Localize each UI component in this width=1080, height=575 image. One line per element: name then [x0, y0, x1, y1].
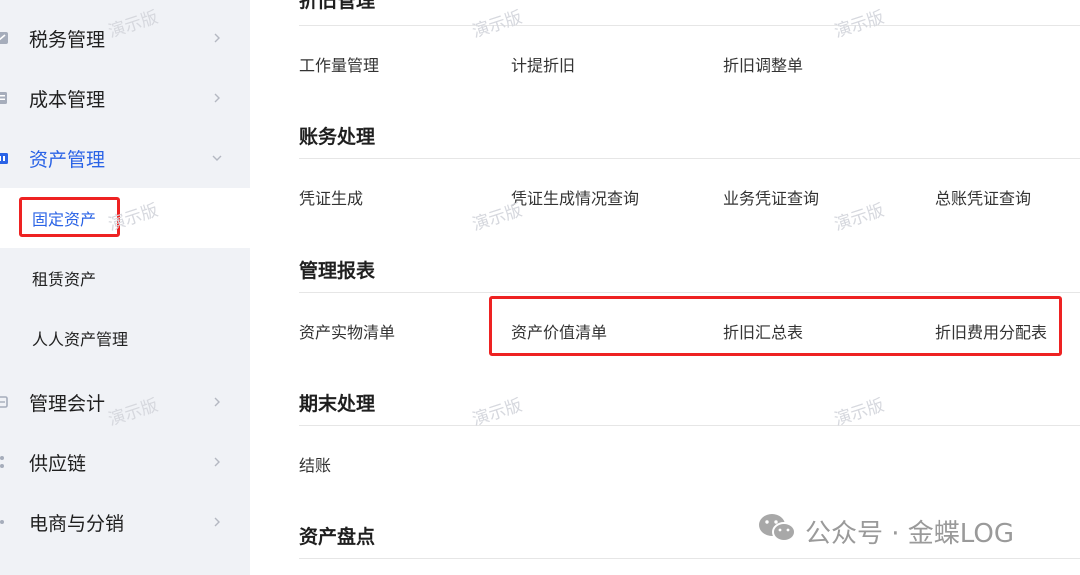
section-divider: [299, 25, 1080, 26]
accounting-icon: [0, 394, 10, 410]
sidebar-subitem-leased-assets[interactable]: 租赁资产: [0, 248, 250, 308]
watermark: 演示版: [831, 7, 887, 43]
sidebar-item-management-accounting[interactable]: 管理会计: [0, 372, 250, 432]
link-depreciation-summary[interactable]: 折旧汇总表: [723, 319, 803, 343]
link-ledger-voucher-query[interactable]: 总账凭证查询: [935, 185, 1031, 209]
chevron-right-icon: [214, 397, 220, 407]
cost-icon: [0, 90, 10, 106]
link-voucher-generation-status[interactable]: 凭证生成情况查询: [511, 185, 639, 209]
sidebar-item-label: 资产管理: [29, 148, 106, 171]
main-content: 折旧管理 工作量管理 计提折旧 折旧调整单 账务处理 凭证生成 凭证生成情况查询…: [250, 0, 1080, 575]
section-title-accounting: 账务处理: [299, 126, 376, 148]
sidebar-item-label: 电商与分销: [29, 512, 125, 535]
watermark: 演示版: [469, 7, 525, 43]
link-depreciation-allocation[interactable]: 折旧费用分配表: [935, 319, 1047, 343]
section-title-depreciation: 折旧管理: [299, 0, 376, 12]
sidebar-subitem-label: 人人资产管理: [32, 330, 129, 349]
sidebar-item-label: 供应链: [29, 452, 87, 475]
asset-icon: [0, 150, 10, 166]
sidebar-item-label: 管理会计: [29, 392, 106, 415]
link-voucher-generation[interactable]: 凭证生成: [299, 185, 363, 209]
section-title-management-reports: 管理报表: [299, 260, 376, 282]
section-divider: [299, 558, 1080, 559]
link-asset-value-list[interactable]: 资产价值清单: [511, 319, 607, 343]
sidebar: 税务管理 成本管理 资产管理 固定资产 租赁资产 人人资产管理 管理会计 供应链…: [0, 0, 250, 575]
sidebar-item-tax[interactable]: 税务管理: [0, 8, 250, 68]
chevron-down-icon: [212, 155, 222, 161]
sidebar-subitem-personal-assets[interactable]: 人人资产管理: [0, 308, 250, 368]
sidebar-subitem-label: 租赁资产: [32, 270, 97, 289]
sidebar-subitem-label: 固定资产: [32, 210, 97, 229]
supply-chain-icon: [0, 454, 10, 470]
footer-brand: 公众号 · 金蝶LOG: [757, 513, 1014, 549]
sidebar-item-ecommerce[interactable]: 电商与分销: [0, 492, 250, 552]
section-divider: [299, 425, 1080, 426]
link-accrue-depreciation[interactable]: 计提折旧: [511, 52, 575, 76]
section-title-asset-inventory: 资产盘点: [299, 526, 376, 548]
link-workload-management[interactable]: 工作量管理: [299, 52, 379, 76]
sidebar-item-cost[interactable]: 成本管理: [0, 68, 250, 128]
section-title-period-end: 期末处理: [299, 393, 376, 415]
footer-brand-text: 公众号 · 金蝶LOG: [805, 518, 1014, 549]
link-asset-physical-list[interactable]: 资产实物清单: [299, 319, 395, 343]
watermark: 演示版: [831, 200, 887, 236]
chevron-right-icon: [214, 457, 220, 467]
wechat-icon: [757, 512, 797, 551]
tax-icon: [0, 30, 10, 46]
section-divider: [299, 158, 1080, 159]
section-divider: [299, 292, 1080, 293]
sidebar-item-asset[interactable]: 资产管理: [0, 128, 250, 188]
sidebar-item-label: 税务管理: [29, 28, 106, 51]
chevron-right-icon: [214, 93, 220, 103]
chevron-right-icon: [214, 517, 220, 527]
sidebar-item-supply-chain[interactable]: 供应链: [0, 432, 250, 492]
link-close-period[interactable]: 结账: [299, 452, 331, 476]
ecommerce-icon: [0, 514, 10, 530]
link-business-voucher-query[interactable]: 业务凭证查询: [723, 185, 819, 209]
link-depreciation-adjustment[interactable]: 折旧调整单: [723, 52, 803, 76]
sidebar-item-label: 成本管理: [29, 88, 106, 111]
chevron-right-icon: [214, 33, 220, 43]
sidebar-subitem-fixed-assets[interactable]: 固定资产: [0, 188, 250, 248]
